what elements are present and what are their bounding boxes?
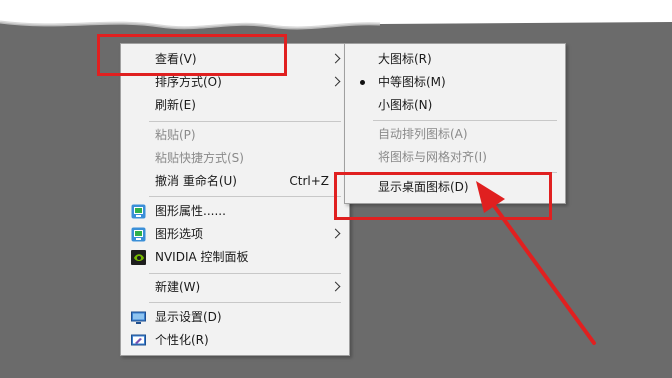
annotation-arrow — [476, 181, 596, 345]
